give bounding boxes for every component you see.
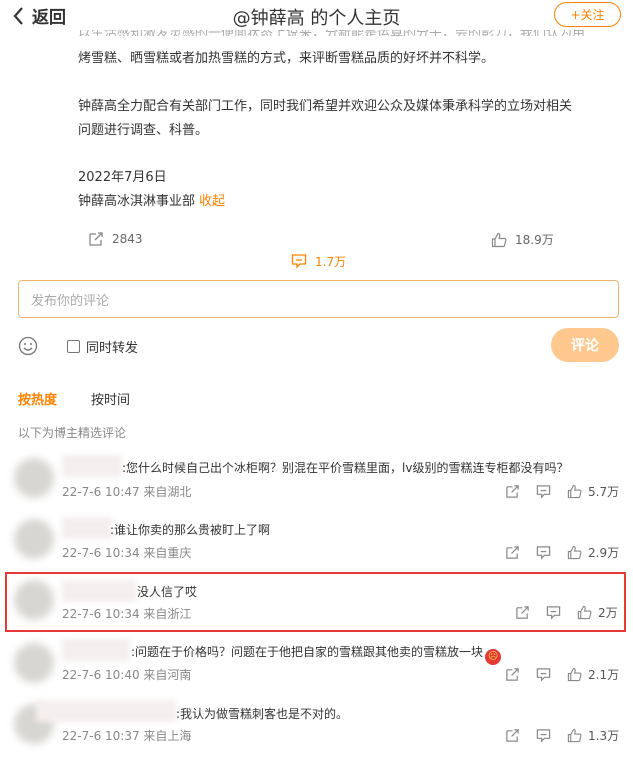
username-blurred[interactable] [62, 580, 136, 602]
comment-text-content: :问题在于价格吗？问题在于他把自家的雪糕跟其他卖的雪糕放一块 [131, 645, 484, 659]
post-dept: 钟薛高冰淇淋事业部 [78, 194, 196, 209]
avatar[interactable] [14, 580, 54, 620]
comment-like-count: 2.9万 [588, 546, 620, 560]
emoji-icon[interactable] [18, 336, 38, 356]
like-button[interactable]: 18.9万 [491, 231, 554, 248]
repost-icon[interactable] [505, 484, 520, 499]
username-blurred[interactable] [62, 639, 130, 661]
comment-item: :谁让你卖的那么贵被盯上了啊 22-7-6 10:34 来自重庆 2.9万 [0, 511, 633, 571]
comment-count: 1.7万 [315, 254, 347, 269]
comment-actions: 2万 [515, 604, 618, 621]
comment-meta: 22-7-6 10:34 来自浙江 [62, 607, 192, 621]
comment-meta: 22-7-6 10:34 来自重庆 [62, 546, 192, 560]
comment-meta: 22-7-6 10:40 来自河南 [62, 668, 192, 682]
like-icon[interactable] [567, 484, 582, 499]
avatar[interactable] [14, 643, 54, 683]
collapse-link[interactable]: 收起 [199, 194, 225, 209]
repost-button[interactable]: 2843 [88, 231, 143, 247]
comment-item: :您什么时候自己出个冰柜啊？别混在平价雪糕里面，lv级别的雪糕连专柜都没有吗？ … [0, 450, 633, 510]
comment-text: :谁让你卖的那么贵被盯上了啊 [110, 523, 271, 537]
comment-like-count: 5.7万 [588, 485, 620, 499]
repost-count: 2843 [112, 232, 143, 246]
like-icon[interactable] [567, 545, 582, 560]
comment-actions: 1.3万 [505, 727, 619, 744]
comment-icon[interactable] [536, 728, 551, 743]
like-icon[interactable] [567, 667, 582, 682]
comment-actions: 5.7万 [505, 483, 619, 500]
follow-button[interactable]: +关注 [554, 2, 621, 27]
comment-text: 没人信了哎 [137, 585, 198, 599]
username-blurred[interactable] [36, 700, 176, 722]
like-icon[interactable] [567, 728, 582, 743]
like-count: 18.9万 [515, 233, 554, 247]
avatar[interactable] [14, 458, 54, 498]
checkbox-box[interactable] [67, 340, 80, 353]
post-text-line: 钟薛高全力配合有关部门工作，同时我们希望并欢迎公众及媒体秉承科学的立场对相关 [78, 99, 573, 114]
comment-icon[interactable] [546, 605, 561, 620]
repost-icon[interactable] [505, 728, 520, 743]
comment-text: :问题在于价格吗？问题在于他把自家的雪糕跟其他卖的雪糕放一块 ☹ [131, 643, 502, 665]
angry-emoji-icon: ☹ [485, 649, 502, 665]
comment-input[interactable]: 发布你的评论 [18, 280, 619, 318]
comment-icon[interactable] [536, 545, 551, 560]
tab-by-hot[interactable]: 按热度 [18, 389, 57, 408]
post-text-line: 烤雪糕、晒雪糕或者加热雪糕的方式，来评断雪糕品质的好坏并不科学。 [78, 51, 495, 66]
repost-icon[interactable] [505, 545, 520, 560]
page-title: @钟薛高 的个人主页 [232, 8, 401, 29]
repost-icon [89, 232, 103, 246]
post-signature: 钟薛高冰淇淋事业部 收起 [78, 190, 225, 209]
tab-by-time[interactable]: 按时间 [91, 389, 130, 408]
submit-comment-button[interactable]: 评论 [551, 328, 619, 362]
repost-icon[interactable] [515, 605, 530, 620]
like-icon[interactable] [577, 605, 592, 620]
comment-item-highlighted: 没人信了哎 22-7-6 10:34 来自浙江 2万 [0, 572, 633, 632]
post-date: 2022年7月6日 [78, 170, 167, 185]
post-text-line: 问题进行调查、科普。 [78, 123, 209, 138]
comment-actions: 2.9万 [505, 544, 619, 561]
header: 返回 @钟薛高 的个人主页 +关注 [0, 0, 633, 30]
comment-text: :您什么时候自己出个冰柜啊？别混在平价雪糕里面，lv级别的雪糕连专柜都没有吗？ [122, 461, 569, 475]
curated-comments-note: 以下为博主精选评论 [18, 426, 127, 440]
comment-actions: 2.1万 [505, 666, 619, 683]
comment-meta: 22-7-6 10:47 来自湖北 [62, 485, 192, 499]
comment-meta: 22-7-6 10:37 来自上海 [62, 729, 192, 743]
comment-item: :我认为做雪糕刺客也是不对的。 22-7-6 10:37 来自上海 1.3万 [0, 698, 633, 758]
username-blurred[interactable] [62, 455, 122, 477]
comment-like-count: 1.3万 [588, 729, 620, 743]
comment-icon[interactable] [536, 484, 551, 499]
username-blurred[interactable] [62, 517, 112, 539]
avatar[interactable] [14, 519, 54, 559]
comment-text: :我认为做雪糕刺客也是不对的。 [176, 707, 349, 721]
repost-icon[interactable] [505, 667, 520, 682]
repost-checkbox[interactable]: 同时转发 [67, 337, 138, 356]
comment-icon[interactable] [536, 667, 551, 682]
comment-item: :问题在于价格吗？问题在于他把自家的雪糕跟其他卖的雪糕放一块 ☹ 22-7-6 1… [0, 635, 633, 695]
comment-like-count: 2.1万 [588, 668, 620, 682]
repost-checkbox-label: 同时转发 [86, 341, 139, 356]
comment-icon [291, 254, 307, 269]
comment-like-count: 2万 [598, 606, 618, 620]
like-icon [491, 232, 507, 247]
